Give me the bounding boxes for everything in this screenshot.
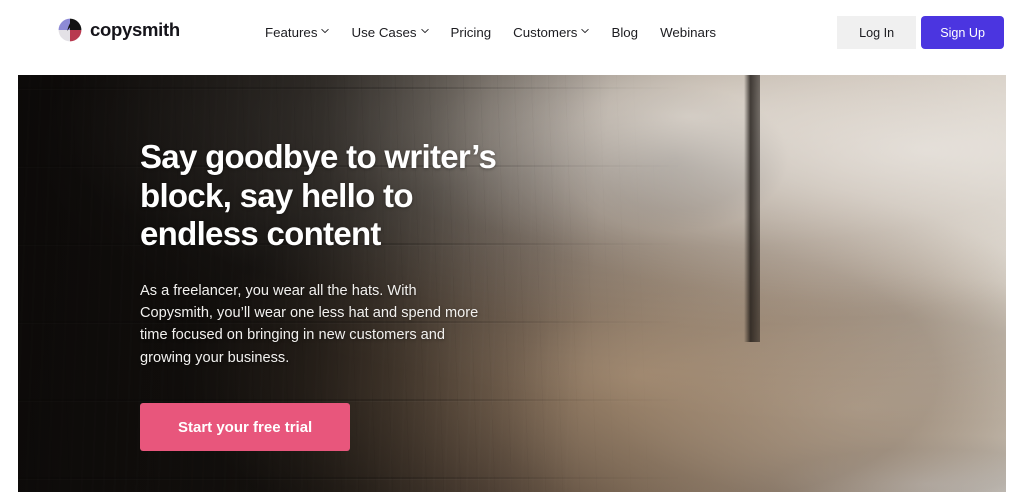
landing-page: copysmith Features Use Cases Pricing Cus… [0, 0, 1024, 504]
hero-content: Say goodbye to writer’s block, say hello… [140, 138, 520, 452]
hero-section: Say goodbye to writer’s block, say hello… [18, 75, 1006, 492]
start-free-trial-button[interactable]: Start your free trial [140, 403, 351, 452]
copysmith-petal-logo-icon [58, 18, 82, 42]
nav-item-label: Webinars [660, 25, 717, 41]
brand-name: copysmith [90, 18, 180, 40]
nav-item-blog[interactable]: Blog [611, 25, 639, 41]
hero-subcopy: As a freelancer, you wear all the hats. … [140, 282, 479, 366]
brand-logo-link[interactable]: copysmith [58, 18, 180, 42]
nav-item-webinars[interactable]: Webinars [660, 25, 717, 41]
primary-navigation: Features Use Cases Pricing Customers Blo… [265, 22, 716, 44]
nav-item-label: Use Cases [351, 25, 417, 41]
nav-item-label: Customers [513, 25, 578, 41]
nav-item-label: Pricing [450, 25, 492, 41]
auth-button-group: Log In Sign Up [837, 16, 1004, 49]
nav-item-label: Features [265, 25, 318, 41]
chevron-down-icon [420, 28, 429, 36]
site-header: copysmith Features Use Cases Pricing Cus… [0, 0, 1024, 65]
sign-up-button[interactable]: Sign Up [921, 16, 1004, 49]
nav-item-features[interactable]: Features [265, 25, 330, 41]
nav-item-label: Blog [611, 25, 639, 41]
hero-headline: Say goodbye to writer’s block, say hello… [140, 138, 497, 252]
chevron-down-icon [581, 28, 590, 36]
log-in-button[interactable]: Log In [837, 16, 917, 49]
chevron-down-icon [321, 28, 330, 36]
nav-item-pricing[interactable]: Pricing [450, 25, 492, 41]
nav-item-customers[interactable]: Customers [513, 25, 590, 41]
nav-item-use-cases[interactable]: Use Cases [351, 25, 429, 41]
